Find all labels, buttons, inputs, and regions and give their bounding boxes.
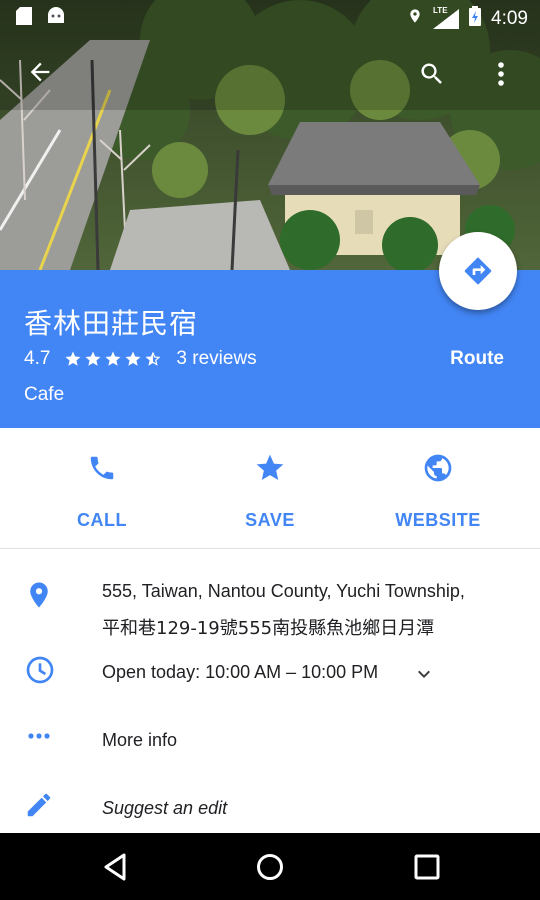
- nav-recents-icon[interactable]: [410, 850, 444, 884]
- website-button[interactable]: WEBSITE: [363, 450, 513, 531]
- more-info-row[interactable]: More info: [0, 720, 540, 760]
- star-full-icon: [105, 351, 121, 366]
- directions-icon: [464, 257, 492, 285]
- route-label[interactable]: Route: [450, 348, 504, 370]
- android-icon: [46, 7, 66, 31]
- route-button[interactable]: [439, 232, 517, 310]
- place-pin-icon: [24, 580, 54, 615]
- star-icon: [195, 450, 345, 486]
- globe-icon: [363, 450, 513, 486]
- more-vert-icon[interactable]: [486, 56, 516, 92]
- lte-signal-icon: LTE: [433, 6, 460, 29]
- place-name: 香林田莊民宿: [24, 307, 199, 340]
- nav-back-icon[interactable]: [98, 850, 132, 884]
- search-icon[interactable]: [414, 56, 450, 92]
- suggest-edit-text: Suggest an edit: [102, 798, 228, 818]
- star-full-icon: [65, 351, 81, 366]
- more-horiz-icon: [24, 726, 54, 751]
- website-label: WEBSITE: [395, 510, 481, 530]
- call-label: CALL: [77, 510, 127, 530]
- status-bar: LTE 4:09: [0, 0, 540, 34]
- rating-row[interactable]: 4.7 3 reviews: [24, 348, 257, 370]
- pencil-icon: [24, 790, 54, 825]
- save-button[interactable]: SAVE: [195, 450, 345, 531]
- save-label: SAVE: [245, 510, 295, 530]
- call-button[interactable]: CALL: [27, 450, 177, 531]
- app-bar: [0, 42, 540, 102]
- star-full-icon: [85, 351, 101, 366]
- hours-text: Open today: 10:00 AM – 10:00 PM: [102, 662, 379, 682]
- nav-home-icon[interactable]: [253, 850, 287, 884]
- status-time: 4:09: [491, 8, 528, 29]
- address-line-1: 555, Taiwan, Nantou County, Yuchi Townsh…: [102, 581, 465, 601]
- battery-icon: [469, 6, 482, 32]
- address-line-2: 平和巷129-19號555南投縣魚池鄉日月潭: [102, 618, 435, 639]
- system-nav-bar: [0, 833, 540, 900]
- back-arrow-icon[interactable]: [22, 54, 58, 90]
- suggest-edit-row[interactable]: Suggest an edit: [0, 788, 540, 828]
- network-type: LTE: [433, 6, 448, 15]
- reviews-link[interactable]: 3 reviews: [176, 348, 256, 370]
- clock-icon: [24, 654, 56, 691]
- hours-row[interactable]: Open today: 10:00 AM – 10:00 PM: [0, 652, 540, 692]
- location-icon: [407, 6, 423, 32]
- place-category: Cafe: [24, 384, 65, 405]
- more-info-text: More info: [102, 730, 178, 750]
- star-half-icon: [145, 351, 161, 366]
- phone-icon: [27, 450, 177, 486]
- star-full-icon: [125, 351, 141, 366]
- sd-card-icon: [16, 7, 32, 31]
- place-photo[interactable]: LTE 4:09: [0, 0, 540, 270]
- action-bar: CALL SAVE WEBSITE: [0, 428, 540, 549]
- rating-value: 4.7: [24, 348, 51, 369]
- chevron-down-icon[interactable]: [412, 662, 436, 691]
- rating-stars: [64, 350, 162, 368]
- address-row[interactable]: 555, Taiwan, Nantou County, Yuchi Townsh…: [0, 578, 540, 642]
